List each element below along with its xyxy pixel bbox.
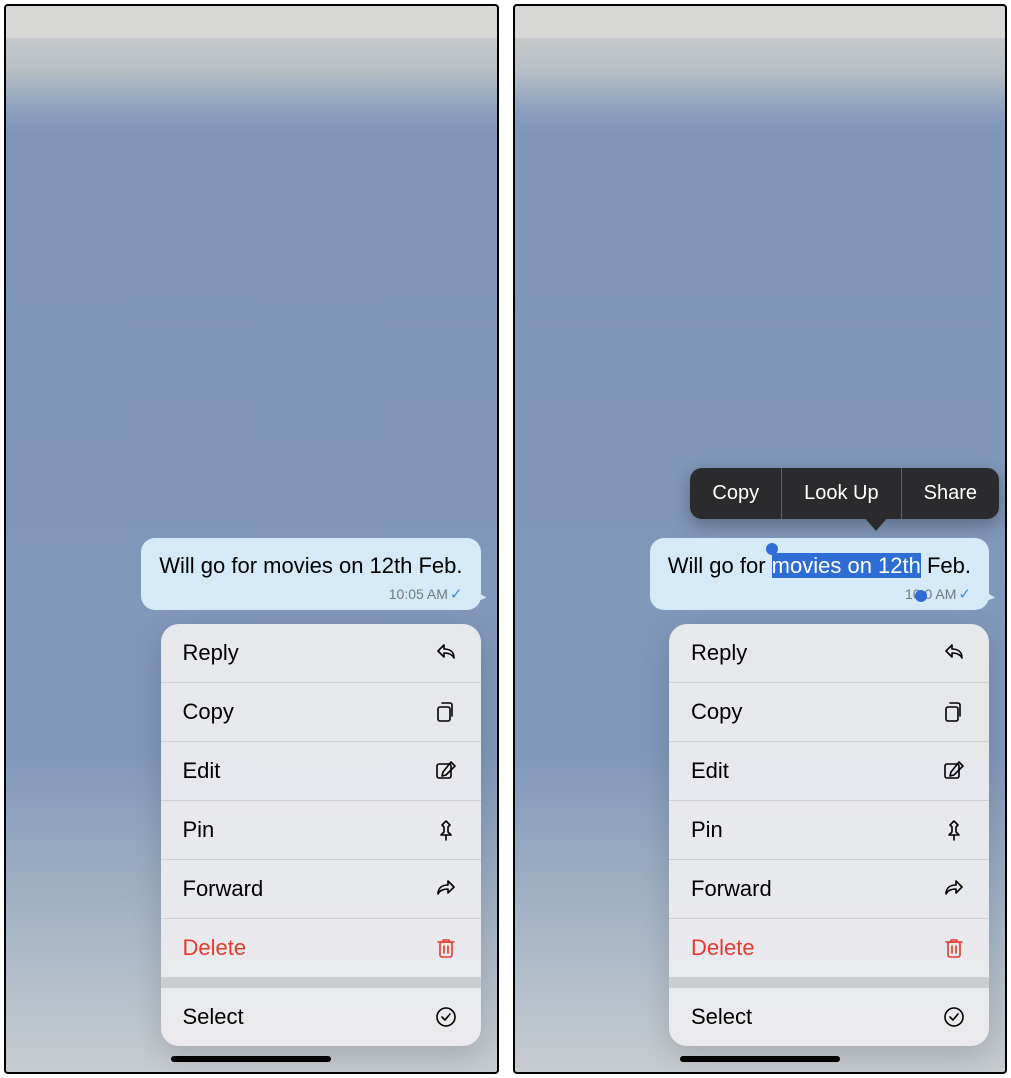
menu-item-pin[interactable]: Pin (669, 801, 989, 860)
menu-label: Copy (183, 699, 234, 725)
pin-icon (941, 817, 967, 843)
trash-icon (433, 935, 459, 961)
menu-label: Reply (691, 640, 747, 666)
menu-label: Forward (691, 876, 772, 902)
copies-icon (941, 699, 967, 725)
compose-icon (433, 758, 459, 784)
menu-item-reply[interactable]: Reply (161, 624, 481, 683)
forward-icon (433, 876, 459, 902)
reply-icon (941, 640, 967, 666)
menu-divider (161, 978, 481, 988)
callout-share[interactable]: Share (902, 468, 999, 519)
menu-label: Edit (183, 758, 221, 784)
menu-item-copy[interactable]: Copy (161, 683, 481, 742)
menu-label: Copy (691, 699, 742, 725)
menu-item-delete[interactable]: Delete (669, 919, 989, 978)
menu-item-edit[interactable]: Edit (669, 742, 989, 801)
menu-item-pin[interactable]: Pin (161, 801, 481, 860)
context-menu: Reply Copy Edit Pin Forward Delete (669, 624, 989, 1046)
menu-item-forward[interactable]: Forward (161, 860, 481, 919)
selection-start-handle[interactable] (766, 543, 778, 555)
menu-label: Edit (691, 758, 729, 784)
callout-lookup[interactable]: Look Up (782, 468, 901, 519)
context-menu: Reply Copy Edit Pin Forward Delete (161, 624, 481, 1046)
screenshot-left: Will go for movies on 12th Feb. 10:05 AM… (4, 4, 499, 1074)
compose-icon (941, 758, 967, 784)
message-time-right: AM (932, 586, 956, 602)
message-time: 10:05 AM (389, 586, 448, 602)
menu-divider (669, 978, 989, 988)
selected-text[interactable]: movies on 12th (772, 553, 921, 578)
message-text: Will go for movies on 12th Feb. (159, 553, 462, 578)
menu-label: Forward (183, 876, 264, 902)
home-indicator[interactable] (680, 1056, 840, 1062)
selection-end-handle[interactable] (915, 590, 927, 602)
menu-label: Pin (691, 817, 723, 843)
screenshot-right: Copy Look Up Share Will go for movies on… (513, 4, 1008, 1074)
message-meta: 10:05 AM✓ (159, 585, 462, 605)
copies-icon (433, 699, 459, 725)
message-text-prefix: Will go for (668, 553, 772, 578)
menu-item-select[interactable]: Select (161, 988, 481, 1046)
menu-item-reply[interactable]: Reply (669, 624, 989, 683)
menu-item-edit[interactable]: Edit (161, 742, 481, 801)
forward-icon (941, 876, 967, 902)
trash-icon (941, 935, 967, 961)
menu-item-forward[interactable]: Forward (669, 860, 989, 919)
menu-item-delete[interactable]: Delete (161, 919, 481, 978)
menu-item-copy[interactable]: Copy (669, 683, 989, 742)
home-indicator[interactable] (171, 1056, 331, 1062)
menu-label: Reply (183, 640, 239, 666)
menu-label: Select (183, 1004, 244, 1030)
content-area: Copy Look Up Share Will go for movies on… (515, 538, 1006, 1072)
text-selection-callout: Copy Look Up Share (690, 468, 999, 519)
sent-check-icon: ✓ (450, 586, 463, 603)
reply-icon (433, 640, 459, 666)
menu-label: Delete (183, 935, 247, 961)
selection-content: movies on 12th (772, 553, 921, 578)
select-icon (433, 1004, 459, 1030)
content-area: Will go for movies on 12th Feb. 10:05 AM… (6, 538, 497, 1072)
select-icon (941, 1004, 967, 1030)
menu-label: Select (691, 1004, 752, 1030)
menu-label: Pin (183, 817, 215, 843)
message-bubble[interactable]: Will go for movies on 12th Feb. 10:05 AM… (141, 538, 480, 610)
menu-item-select[interactable]: Select (669, 988, 989, 1046)
callout-copy[interactable]: Copy (690, 468, 781, 519)
pin-icon (433, 817, 459, 843)
message-text-suffix: Feb. (921, 553, 971, 578)
menu-label: Delete (691, 935, 755, 961)
message-bubble[interactable]: Copy Look Up Share Will go for movies on… (650, 538, 989, 610)
sent-check-icon: ✓ (958, 586, 971, 603)
